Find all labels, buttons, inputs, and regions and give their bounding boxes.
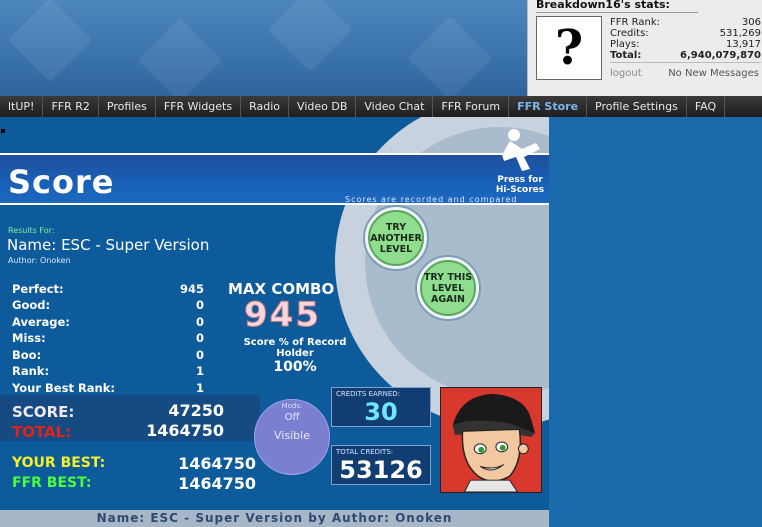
judge-value: 0	[195, 348, 204, 362]
ffr-best-value: 1464750	[178, 474, 256, 493]
page-title: Score	[8, 163, 115, 201]
nav-item-ffr-widgets[interactable]: FFR Widgets	[156, 96, 242, 117]
button-ring: TRY ANOTHER LEVEL	[368, 210, 424, 266]
nav-item-faq[interactable]: FAQ	[687, 96, 726, 117]
stat-value: 6,940,079,870	[680, 50, 761, 61]
hiscore-button[interactable]: Press for Hi-Scores	[492, 175, 548, 195]
avatar[interactable]: ?	[536, 16, 602, 80]
recorded-note: Scores are recorded and compared	[345, 195, 518, 204]
stat-label: Credits:	[610, 28, 649, 39]
judge-value: 0	[195, 315, 204, 329]
nav-item-radio[interactable]: Radio	[241, 96, 290, 117]
nav-item-video-db[interactable]: Video DB	[289, 96, 357, 117]
nav-item-profile-settings[interactable]: Profile Settings	[587, 96, 687, 117]
button-label: TRY ANOTHER LEVEL	[370, 221, 422, 255]
record-holder-label: Score % of Record Holder	[243, 337, 347, 359]
nav-item-ffr-forum[interactable]: FFR Forum	[433, 96, 510, 117]
player-portrait	[440, 387, 542, 493]
ffr-best-label: FFR BEST:	[12, 475, 92, 491]
song-name: Name: ESC - Super Version	[7, 236, 210, 254]
try-again-button[interactable]: TRY THIS LEVEL AGAIN	[415, 255, 481, 321]
judge-label: Boo:	[12, 348, 42, 362]
arrow-decoration	[267, 0, 353, 73]
mods-visible: Visible	[274, 429, 310, 442]
credits-earned-label: CREDITS EARNED:	[336, 390, 401, 398]
game-results-screen: Score Press for Hi-Scores Scores are rec…	[0, 117, 549, 527]
judge-label: Rank:	[12, 364, 50, 378]
arrow-decoration	[137, 17, 223, 96]
judge-value: 0	[195, 331, 204, 345]
page-background	[549, 117, 762, 527]
results-for-label: Results For:	[8, 226, 55, 235]
stat-label: Total:	[610, 50, 642, 61]
try-another-level-button[interactable]: TRY ANOTHER LEVEL	[363, 205, 429, 271]
site-banner	[0, 0, 527, 96]
score-label: SCORE:	[12, 403, 75, 421]
stat-value: 531,269	[719, 28, 761, 39]
button-ring: TRY THIS LEVEL AGAIN	[420, 260, 476, 316]
arrow-decoration	[407, 15, 493, 96]
credits-earned-box: CREDITS EARNED: 30	[331, 387, 431, 427]
total-label: TOTAL:	[12, 423, 72, 441]
main-nav: ltUP! FFR R2 Profiles FFR Widgets Radio …	[0, 96, 762, 117]
judge-value: 1	[195, 364, 204, 378]
marker	[1, 129, 5, 133]
nav-item-ffr-store[interactable]: FFR Store	[509, 96, 588, 117]
judge-label: Miss:	[12, 331, 46, 345]
nav-item-profiles[interactable]: Profiles	[99, 96, 156, 117]
total-credits-value: 53126	[339, 456, 423, 484]
question-mark-icon: ?	[554, 20, 584, 76]
judge-value: 945	[179, 282, 204, 296]
judge-label: Average:	[12, 315, 70, 329]
your-best-label: YOUR BEST:	[12, 455, 106, 471]
messages-link[interactable]: No New Messages	[668, 68, 759, 79]
score-value: 47250	[168, 401, 224, 420]
button-label: TRY THIS LEVEL AGAIN	[423, 271, 473, 305]
stat-value: 306	[741, 17, 761, 28]
divider	[536, 12, 698, 13]
nav-item-ltup[interactable]: ltUP!	[0, 96, 44, 117]
record-holder-value: 100%	[273, 359, 317, 375]
stat-label: Plays:	[610, 39, 640, 50]
credits-earned-value: 30	[364, 398, 398, 426]
mods-label: Mods:	[281, 402, 303, 410]
judge-label: Good:	[12, 298, 51, 312]
total-credits-box: TOTAL CREDITS: 53126	[331, 445, 431, 485]
divider	[610, 62, 761, 63]
mods-off: Off	[284, 412, 300, 423]
stats-title: Breakdown16's stats:	[536, 0, 670, 11]
total-credits-label: TOTAL CREDITS:	[336, 448, 394, 456]
stat-value: 13,917	[726, 39, 761, 50]
hiscore-runner-icon[interactable]	[496, 125, 548, 175]
arrow-decoration	[7, 0, 93, 83]
stat-label: FFR Rank:	[610, 17, 660, 28]
total-value: 1464750	[146, 421, 224, 440]
judge-label: Your Best Rank:	[12, 381, 115, 395]
judge-value: 1	[195, 381, 204, 395]
logout-link[interactable]: logout	[610, 68, 642, 79]
your-best-value: 1464750	[178, 454, 256, 473]
max-combo-value: 945	[244, 295, 321, 336]
user-stats-panel: Breakdown16's stats: ? FFR Rank: 306 Cre…	[527, 0, 762, 96]
song-author: Author: Onoken	[8, 256, 71, 265]
nav-item-ffr-r2[interactable]: FFR R2	[43, 96, 99, 117]
nav-item-video-chat[interactable]: Video Chat	[356, 96, 434, 117]
judge-label: Perfect:	[12, 282, 64, 296]
judge-value: 0	[195, 298, 204, 312]
song-footer: Name: ESC - Super Version by Author: Ono…	[96, 511, 453, 525]
